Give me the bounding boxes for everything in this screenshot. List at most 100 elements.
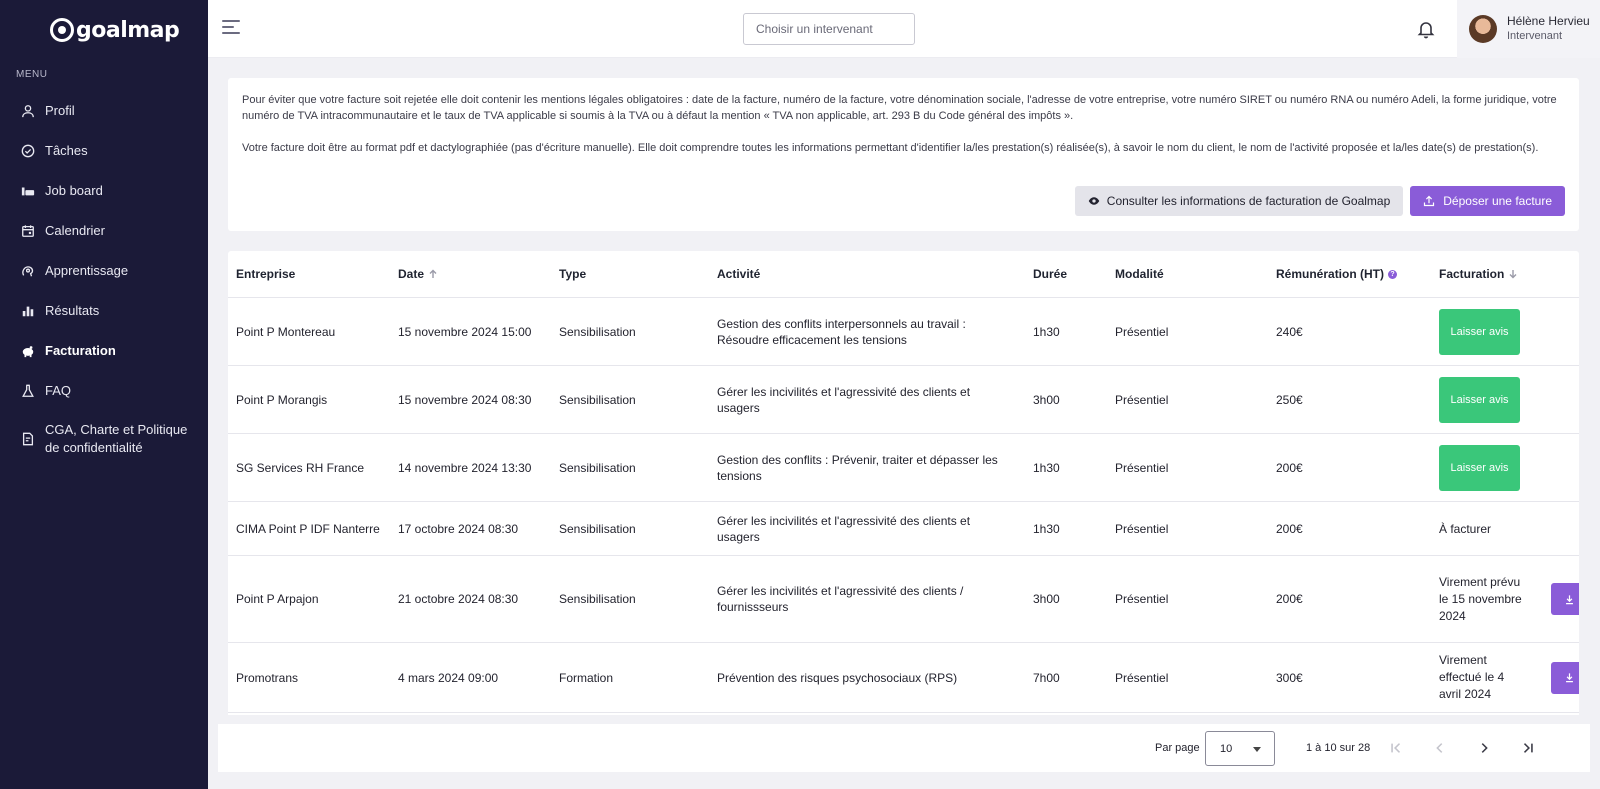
first-page-button[interactable] bbox=[1384, 736, 1408, 760]
check-circle-icon bbox=[20, 143, 36, 159]
cell-entreprise: Point P Montereau bbox=[236, 324, 336, 339]
cell-remuneration: 200€ bbox=[1276, 592, 1303, 606]
sidebar: goalmap MENU Profil Tâches Job board Cal… bbox=[0, 0, 208, 789]
user-role: Intervenant bbox=[1507, 30, 1563, 42]
sort-ascending-icon bbox=[429, 269, 437, 278]
facturation-status: Virement effectué le 4 avril 2024 bbox=[1439, 652, 1579, 703]
table-row: CIMA Point P IDF Nanterre 17 octobre 202… bbox=[228, 502, 1579, 556]
leave-review-button[interactable]: Laisser avis bbox=[1439, 376, 1520, 423]
cell-duree: 1h30 bbox=[1033, 460, 1060, 475]
column-header-facturation[interactable]: Facturation bbox=[1431, 267, 1579, 281]
piggy-bank-icon bbox=[20, 343, 36, 359]
table-row: Promotrans 4 mars 2024 09:00 Formation P… bbox=[228, 643, 1579, 713]
column-header-remuneration[interactable]: Rémunération (HT) ? bbox=[1268, 267, 1431, 281]
info-actions: Consulter les informations de facturatio… bbox=[1074, 186, 1565, 216]
sidebar-item-resultats[interactable]: Résultats bbox=[0, 291, 208, 331]
user-menu[interactable]: Hélène Hervieu Intervenant bbox=[1457, 0, 1600, 58]
download-icon bbox=[1565, 594, 1573, 604]
cell-facturation: Laisser avis bbox=[1431, 444, 1579, 491]
sidebar-item-apprentissage[interactable]: Apprentissage bbox=[0, 251, 208, 291]
table-row: Point P Morangis 15 novembre 2024 08:30 … bbox=[228, 366, 1579, 434]
chevron-right-icon bbox=[1481, 743, 1488, 753]
user-name: Hélène Hervieu bbox=[1507, 14, 1590, 28]
consult-billing-info-button[interactable]: Consulter les informations de facturatio… bbox=[1074, 186, 1404, 216]
column-header-type[interactable]: Type bbox=[551, 267, 709, 281]
sidebar-item-profil[interactable]: Profil bbox=[0, 91, 208, 131]
cell-duree: 7h00 bbox=[1033, 670, 1060, 685]
download-invoice-button[interactable] bbox=[1551, 661, 1579, 694]
cell-facturation: À facturer bbox=[1439, 521, 1492, 536]
last-page-button[interactable] bbox=[1516, 736, 1540, 760]
cell-duree: 3h00 bbox=[1033, 392, 1060, 407]
cell-type: Formation bbox=[559, 670, 614, 685]
sidebar-item-label: Apprentissage bbox=[45, 263, 129, 278]
chevron-left-icon bbox=[1436, 743, 1443, 753]
upload-icon bbox=[1424, 195, 1435, 207]
sidebar-item-facturation[interactable]: Facturation bbox=[0, 331, 208, 371]
cell-remuneration: 250€ bbox=[1276, 392, 1303, 407]
cell-activite: Gérer les incivilités et l'agressivité d… bbox=[717, 513, 971, 544]
sidebar-item-label: Résultats bbox=[45, 303, 100, 318]
job-board-icon bbox=[20, 183, 36, 199]
goalmap-logo[interactable]: goalmap bbox=[50, 16, 180, 44]
user-icon bbox=[20, 103, 36, 119]
cell-facturation: Virement prévu le 15 novembre 2024 bbox=[1431, 574, 1579, 625]
sidebar-item-label: FAQ bbox=[45, 383, 72, 398]
sidebar-item-job-board[interactable]: Job board bbox=[0, 171, 208, 211]
cell-facturation: Laisser avis bbox=[1431, 376, 1579, 423]
cell-remuneration: 300€ bbox=[1276, 670, 1303, 685]
cell-activite: Gestion des conflits interpersonnels au … bbox=[717, 316, 966, 347]
leave-review-button[interactable]: Laisser avis bbox=[1439, 308, 1520, 355]
table-header: Entreprise Date Type Activité Durée Moda… bbox=[228, 251, 1579, 298]
sidebar-item-cga[interactable]: CGA, Charte et Politique de confidential… bbox=[0, 411, 208, 467]
bar-chart-icon bbox=[20, 303, 36, 319]
cell-date: 15 novembre 2024 08:30 bbox=[398, 392, 532, 407]
cell-type: Sensibilisation bbox=[559, 592, 636, 606]
document-icon bbox=[20, 431, 36, 447]
intervenant-search-input[interactable] bbox=[743, 13, 915, 45]
invoice-info-card: Pour éviter que votre facture soit rejet… bbox=[228, 78, 1579, 231]
per-page-select[interactable]: 10 bbox=[1205, 731, 1275, 766]
topbar: Hélène Hervieu Intervenant bbox=[208, 0, 1600, 58]
cell-modalite: Présentiel bbox=[1115, 521, 1169, 536]
cell-modalite: Présentiel bbox=[1115, 324, 1169, 339]
per-page-value: 10 bbox=[1220, 742, 1233, 755]
column-header-label: Entreprise bbox=[236, 267, 296, 281]
payment-status-text: Virement effectué le 4 avril 2024 bbox=[1439, 653, 1505, 701]
column-header-entreprise[interactable]: Entreprise bbox=[228, 267, 390, 281]
chevron-down-icon bbox=[1253, 747, 1261, 752]
cell-facturation: Virement effectué le 4 avril 2024 bbox=[1431, 652, 1579, 703]
pagination: Par page 10 1 à 10 sur 28 bbox=[218, 724, 1590, 772]
cell-type: Sensibilisation bbox=[559, 392, 636, 407]
help-icon[interactable]: ? bbox=[1388, 269, 1397, 279]
legal-mentions-text: Pour éviter que votre facture soit rejet… bbox=[242, 94, 1557, 122]
column-header-label: Modalité bbox=[1115, 267, 1164, 281]
sidebar-item-faq[interactable]: FAQ bbox=[0, 371, 208, 411]
sidebar-item-label: Profil bbox=[45, 103, 75, 118]
upload-invoice-button[interactable]: Déposer une facture bbox=[1410, 186, 1565, 216]
sidebar-item-calendrier[interactable]: Calendrier bbox=[0, 211, 208, 251]
column-header-modalite[interactable]: Modalité bbox=[1107, 267, 1268, 281]
notification-bell-icon[interactable] bbox=[1416, 19, 1436, 39]
invoices-table: Entreprise Date Type Activité Durée Moda… bbox=[228, 251, 1579, 715]
download-icon bbox=[1565, 673, 1573, 683]
download-invoice-button[interactable] bbox=[1551, 583, 1579, 615]
next-page-button[interactable] bbox=[1472, 736, 1496, 760]
leave-review-button[interactable]: Laisser avis bbox=[1439, 444, 1520, 491]
cell-activite: Gestion des conflits : Prévenir, traiter… bbox=[717, 452, 998, 483]
previous-page-button[interactable] bbox=[1428, 736, 1452, 760]
cell-remuneration: 200€ bbox=[1276, 521, 1303, 536]
menu-toggle-icon[interactable] bbox=[222, 20, 240, 36]
sidebar-item-taches[interactable]: Tâches bbox=[0, 131, 208, 171]
menu-heading: MENU bbox=[16, 69, 48, 80]
cell-entreprise: CIMA Point P IDF Nanterre bbox=[236, 521, 380, 536]
column-header-activite[interactable]: Activité bbox=[709, 267, 1025, 281]
avatar bbox=[1469, 15, 1497, 43]
cell-date: 4 mars 2024 09:00 bbox=[398, 670, 499, 685]
table-row: Point P Arpajon 21 octobre 2024 08:30 Se… bbox=[228, 556, 1579, 643]
cell-duree: 3h00 bbox=[1033, 592, 1060, 606]
cell-date: 21 octobre 2024 08:30 bbox=[398, 592, 519, 606]
column-header-duree[interactable]: Durée bbox=[1025, 267, 1107, 281]
column-header-date[interactable]: Date bbox=[390, 267, 551, 281]
cell-modalite: Présentiel bbox=[1115, 592, 1169, 606]
